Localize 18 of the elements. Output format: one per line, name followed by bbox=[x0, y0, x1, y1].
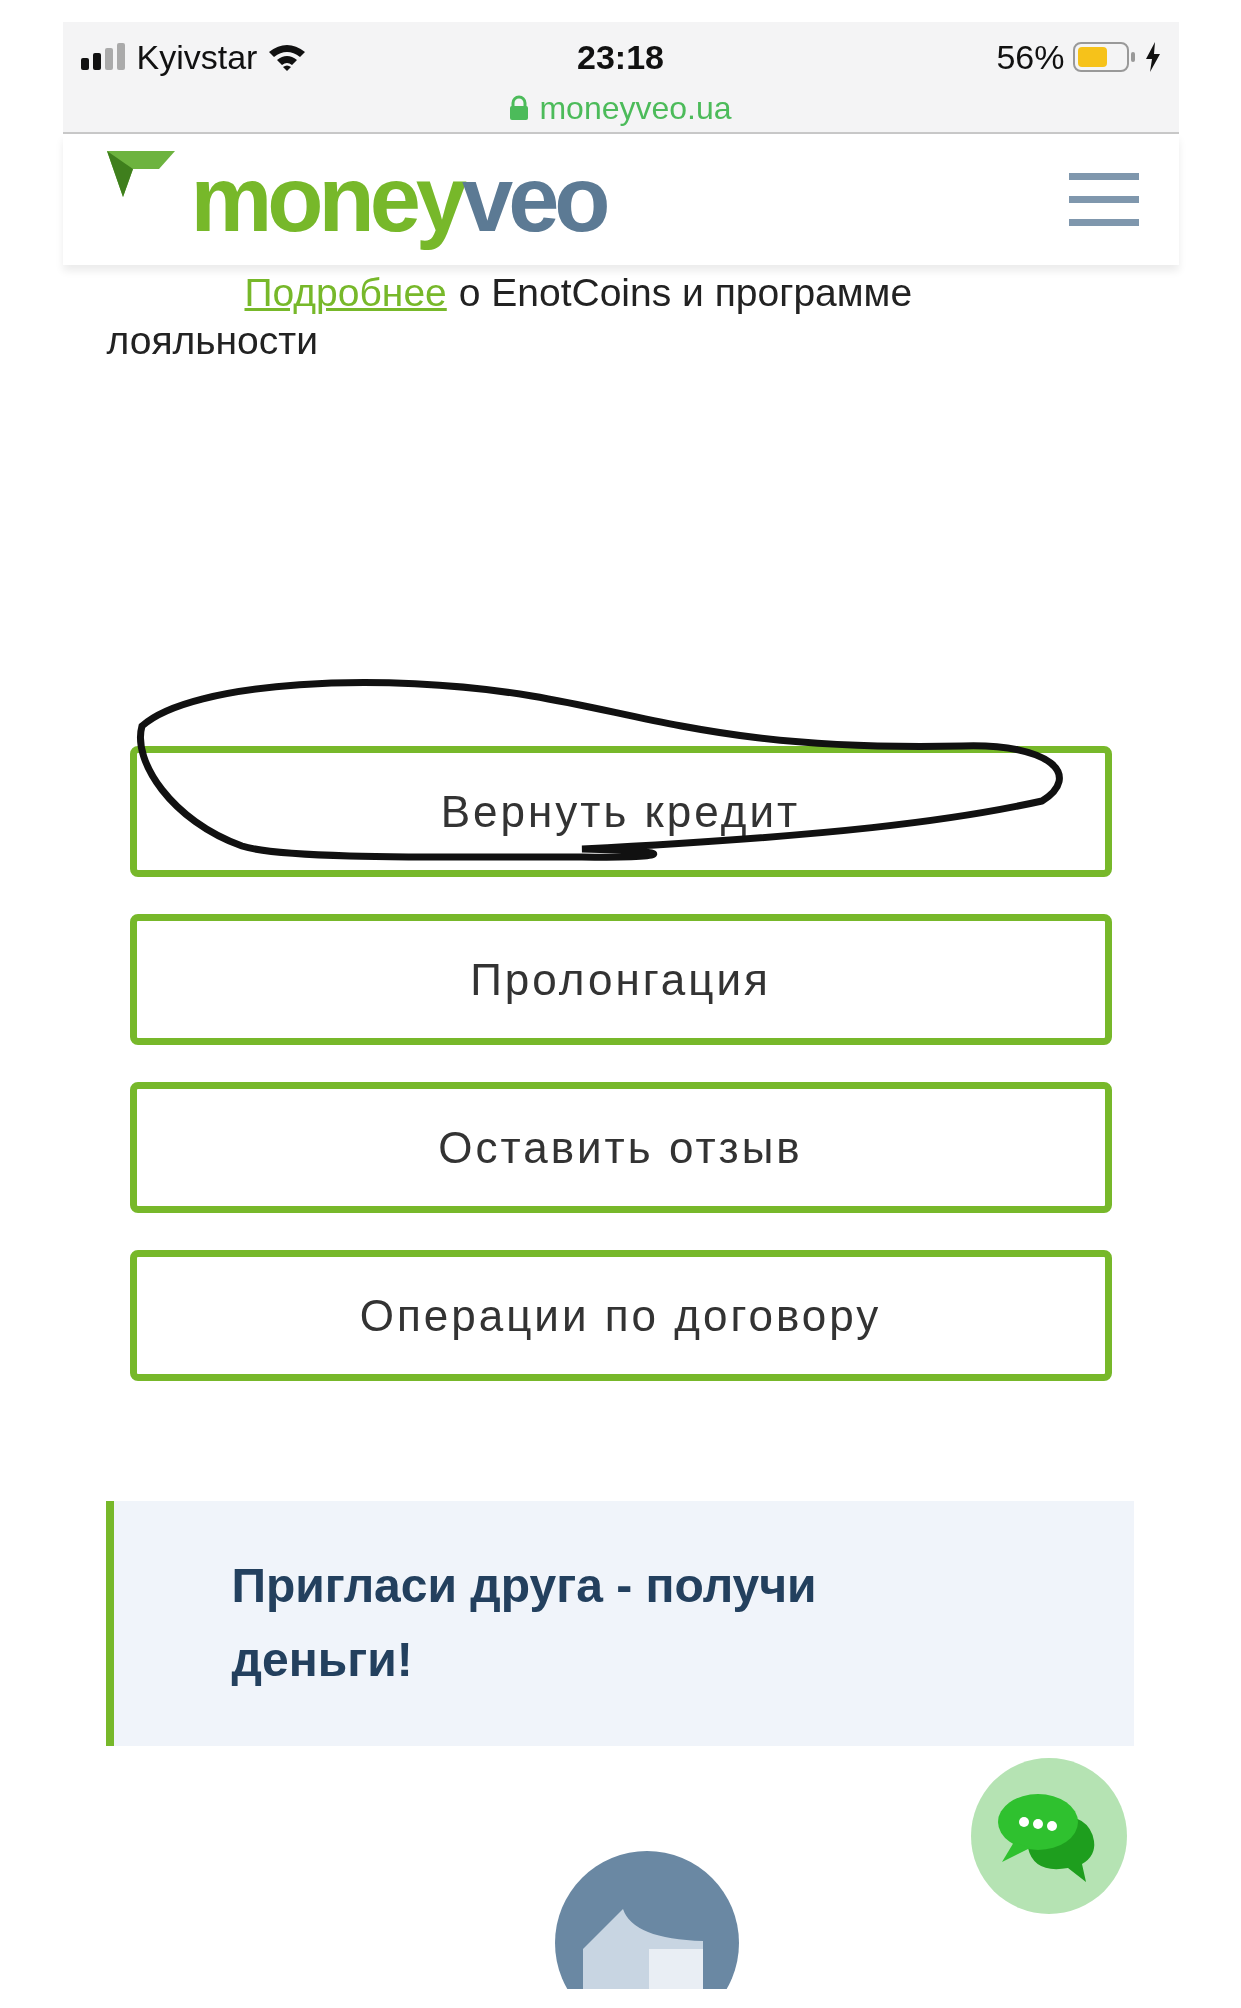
avatar-icon bbox=[552, 1848, 741, 1989]
battery-icon bbox=[1072, 42, 1137, 72]
carrier-name: Kyivstar bbox=[136, 36, 258, 78]
signal-icon bbox=[80, 42, 127, 72]
menu-icon[interactable] bbox=[1068, 172, 1139, 227]
action-button[interactable]: Вернуть кредит bbox=[129, 746, 1112, 878]
loyalty-text: о EnotCoins и программе bbox=[458, 270, 913, 317]
lock-icon bbox=[509, 95, 530, 121]
moneyveo-logo[interactable]: moneyveo bbox=[106, 150, 606, 249]
loyalty-text: лояльности bbox=[106, 319, 318, 363]
action-button[interactable]: Пролонгация bbox=[129, 914, 1112, 1046]
battery-percent: 56% bbox=[996, 36, 1065, 78]
charging-icon bbox=[1144, 42, 1161, 72]
promo-title: Пригласи друга - получи деньги! bbox=[231, 1558, 818, 1689]
status-time: 23:18 bbox=[577, 36, 664, 78]
action-button[interactable]: Операции по договору bbox=[129, 1250, 1112, 1382]
wifi-icon bbox=[267, 42, 308, 72]
action-button[interactable]: Оставить отзыв bbox=[129, 1082, 1112, 1214]
